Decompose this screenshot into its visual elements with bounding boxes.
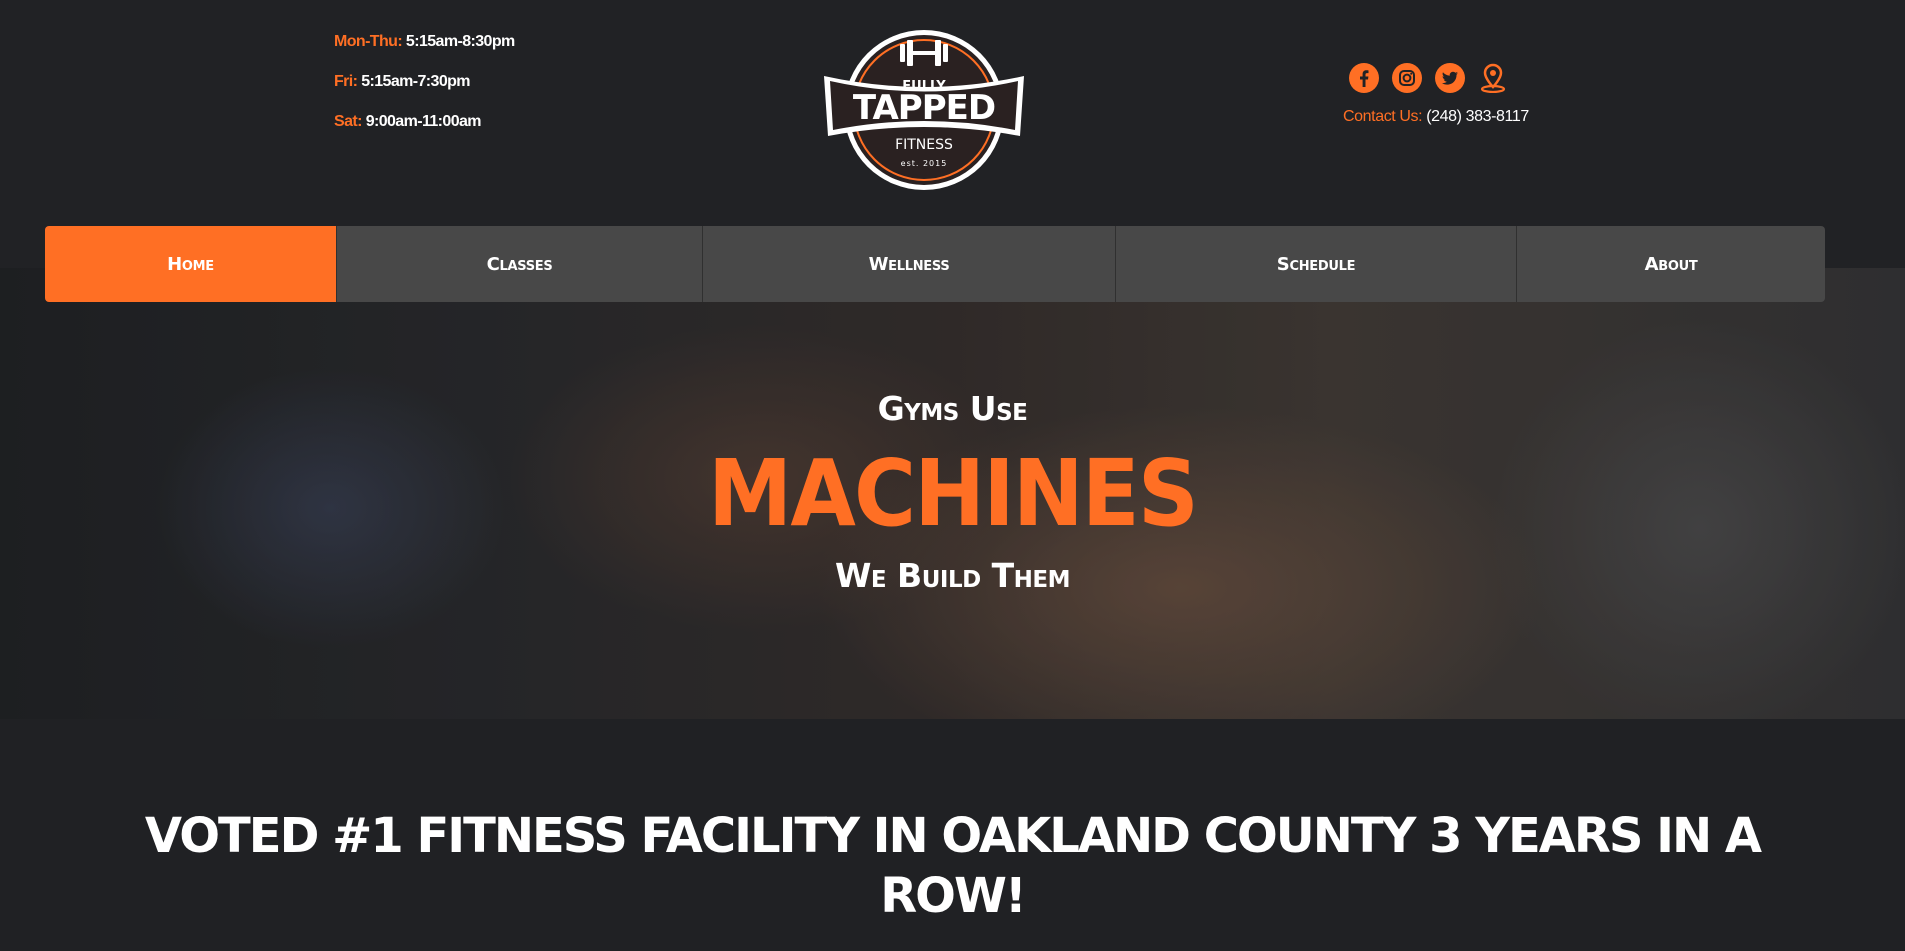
hours-label: Fri: [334, 73, 358, 90]
hours-value: 5:15am-7:30pm [361, 73, 470, 90]
hours-label: Mon-Thu: [334, 33, 403, 50]
nav-item-about[interactable]: About [1516, 226, 1825, 302]
opening-hours: Mon-Thu: 5:15am-8:30pm Fri: 5:15am-7:30p… [334, 32, 515, 152]
nav-item-classes[interactable]: Classes [336, 226, 702, 302]
hours-value: 5:15am-8:30pm [405, 33, 515, 50]
nav-item-wellness[interactable]: Wellness [702, 226, 1115, 302]
social-links [1349, 63, 1508, 93]
hours-row-sat: Sat: 9:00am-11:00am [334, 112, 515, 152]
twitter-icon[interactable] [1435, 63, 1465, 93]
hero-banner: Gyms Use MACHINES We Build Them [0, 268, 1905, 719]
contact-label: Contact Us: [1343, 108, 1423, 125]
hero-line3: We Build Them [834, 556, 1071, 595]
phone-link[interactable]: (248) 383-8117 [1426, 108, 1529, 125]
hours-value: 9:00am-11:00am [365, 113, 482, 130]
facebook-icon[interactable] [1349, 63, 1379, 93]
hours-row-fri: Fri: 5:15am-7:30pm [334, 72, 515, 112]
hero-headline: MACHINES [707, 440, 1199, 547]
nav-item-schedule[interactable]: Schedule [1115, 226, 1516, 302]
instagram-icon[interactable] [1392, 63, 1422, 93]
contact-info: Contact Us: (248) 383-8117 [1343, 108, 1529, 126]
map-pin-icon[interactable] [1478, 63, 1508, 93]
award-heading: VOTED #1 FITNESS FACILITY IN OAKLAND COU… [0, 806, 1905, 926]
logo-line4: est. 2015 [901, 159, 948, 168]
site-logo[interactable]: FULLY TAPPED FITNESS est. 2015 [824, 26, 1024, 194]
main-nav: Home Classes Wellness Schedule About [45, 226, 1825, 302]
hours-row-mon-thu: Mon-Thu: 5:15am-8:30pm [334, 32, 515, 72]
logo-line2: TAPPED [853, 88, 995, 128]
award-heading-line2: ROW! [880, 868, 1027, 924]
hours-label: Sat: [334, 113, 362, 130]
award-heading-line1: VOTED #1 FITNESS FACILITY IN OAKLAND COU… [144, 808, 1762, 864]
logo-line3: FITNESS [895, 137, 953, 153]
hero-line1: Gyms Use [877, 389, 1028, 428]
nav-item-home[interactable]: Home [45, 226, 336, 302]
